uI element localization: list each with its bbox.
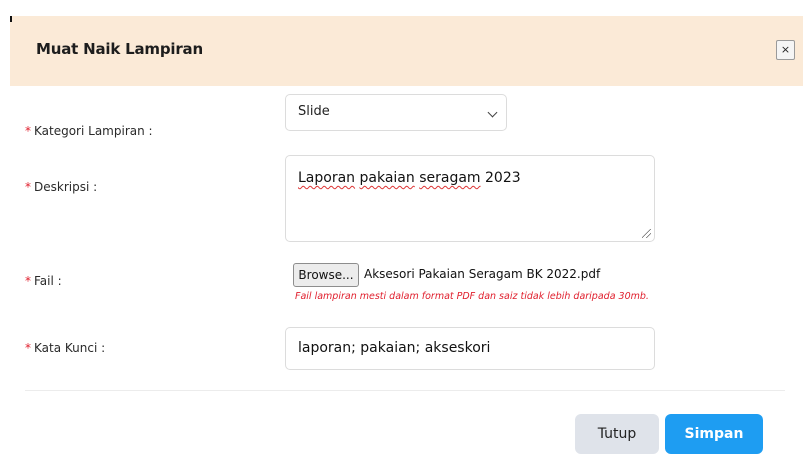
save-button[interactable]: Simpan bbox=[665, 414, 763, 454]
resize-grip-icon[interactable] bbox=[642, 229, 651, 238]
selected-file-name: Aksesori Pakaian Seragam BK 2022.pdf bbox=[364, 267, 601, 281]
category-select[interactable]: Slide bbox=[285, 94, 507, 131]
category-selected-value: Slide bbox=[298, 104, 330, 119]
keywords-label-text: Kata Kunci : bbox=[34, 341, 106, 355]
keywords-label: * Kata Kunci : bbox=[25, 341, 105, 355]
required-mark: * bbox=[25, 274, 31, 288]
browse-button[interactable]: Browse... bbox=[293, 263, 359, 287]
modal-header: Muat Naik Lampiran × bbox=[10, 16, 803, 86]
footer-divider bbox=[25, 390, 785, 391]
keywords-input[interactable]: laporan; pakaian; akseskori bbox=[285, 327, 655, 370]
category-label-text: Kategori Lampiran : bbox=[34, 124, 153, 138]
description-word: Laporan bbox=[298, 170, 356, 186]
corner-mark bbox=[10, 16, 12, 22]
modal-title: Muat Naik Lampiran bbox=[36, 40, 203, 58]
required-mark: * bbox=[25, 341, 31, 355]
file-label-text: Fail : bbox=[34, 274, 62, 288]
close-icon[interactable]: × bbox=[776, 40, 795, 60]
close-button[interactable]: Tutup bbox=[575, 414, 659, 454]
required-mark: * bbox=[25, 124, 31, 138]
description-word: pakaian bbox=[359, 170, 415, 186]
description-word: 2023 bbox=[485, 170, 521, 186]
description-word: seragam bbox=[419, 170, 481, 186]
description-textarea[interactable]: Laporan pakaian seragam 2023 bbox=[285, 155, 655, 242]
file-label: * Fail : bbox=[25, 274, 62, 288]
file-hint: Fail lampiran mesti dalam format PDF dan… bbox=[295, 291, 649, 302]
chevron-down-icon bbox=[487, 107, 498, 118]
category-label: * Kategori Lampiran : bbox=[25, 124, 153, 138]
description-label: * Deskripsi : bbox=[25, 180, 97, 194]
description-label-text: Deskripsi : bbox=[34, 180, 98, 194]
required-mark: * bbox=[25, 180, 31, 194]
